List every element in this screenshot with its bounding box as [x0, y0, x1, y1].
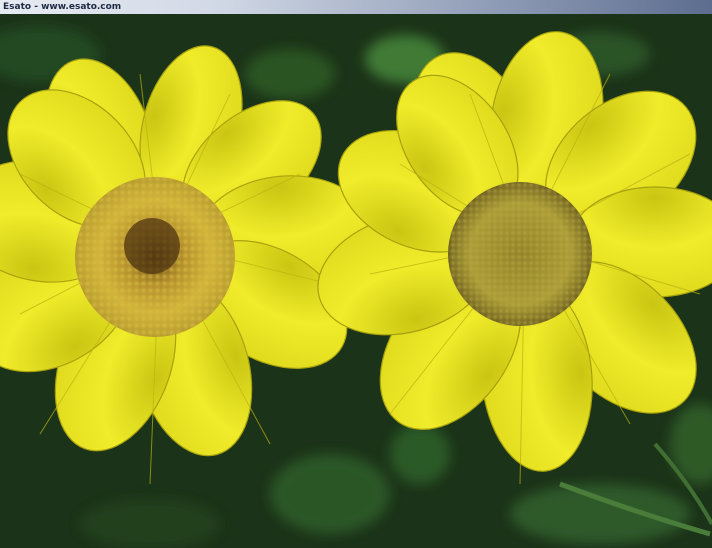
disc-center-left [124, 218, 180, 274]
disc-florets-right [448, 182, 592, 326]
photo-frame: Esato - www.esato.com [0, 0, 712, 548]
watermark-bar: Esato - www.esato.com [0, 0, 712, 14]
watermark-text: Esato - www.esato.com [3, 2, 122, 12]
flower-photo [0, 14, 712, 548]
